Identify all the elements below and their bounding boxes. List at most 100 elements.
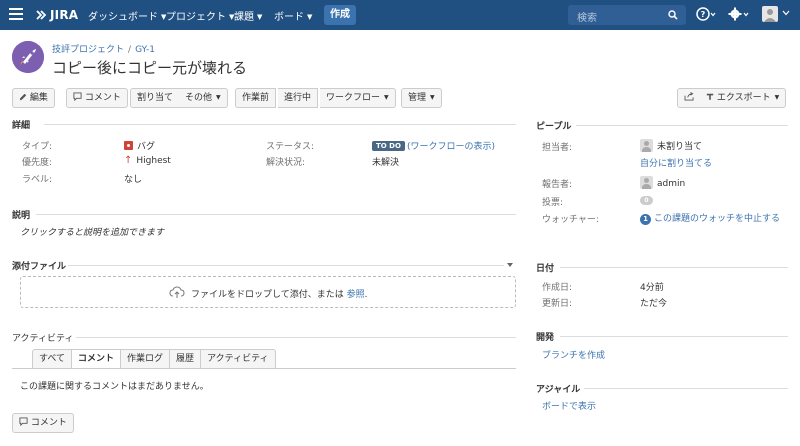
export-dropdown-label: エクスポート xyxy=(716,93,771,103)
priority-label: 優先度: xyxy=(22,158,53,168)
nav-projects[interactable]: プロジェクト ▼ xyxy=(166,8,234,23)
workflow-in-progress-button[interactable]: 進行中 xyxy=(278,88,319,108)
workflow-dropdown[interactable]: ワークフロー ▼ xyxy=(320,88,396,108)
description-placeholder[interactable]: クリックすると説明を追加できます xyxy=(20,225,164,238)
priority-value-text: Highest xyxy=(136,156,171,166)
user-avatar[interactable] xyxy=(762,6,778,22)
nav-issues[interactable]: 課題 ▼ xyxy=(234,8,262,23)
chevron-down-icon: ▼ xyxy=(216,94,221,101)
breadcrumb-project-link[interactable]: 技評プロジェクト xyxy=(52,45,124,55)
attachment-options-chevron-icon[interactable] xyxy=(507,263,513,267)
assignee-value[interactable]: 未割り当て xyxy=(640,139,702,152)
comment-icon xyxy=(19,417,28,427)
help-icon[interactable]: ? xyxy=(696,7,716,21)
no-comments-message: この課題に関するコメントはまだありません。 xyxy=(20,382,209,392)
nav-issues-label: 課題 xyxy=(234,12,254,23)
attachment-dropzone[interactable]: ファイルをドロップして添付、または 参照. xyxy=(20,276,516,308)
development-section-title[interactable]: 開発 xyxy=(536,330,554,343)
project-avatar[interactable] xyxy=(12,41,44,73)
assignee-value-text: 未割り当て xyxy=(657,142,703,152)
assignee-avatar-icon xyxy=(640,139,653,152)
details-section-title[interactable]: 詳細 xyxy=(12,118,30,131)
comment-button[interactable]: コメント xyxy=(66,88,128,108)
rocket-icon xyxy=(12,41,44,73)
comment-button-label: コメント xyxy=(84,93,121,103)
status-label: ステータス: xyxy=(266,142,315,152)
reporter-label: 報告者: xyxy=(542,180,573,190)
upload-cloud-icon xyxy=(169,286,185,298)
activity-section-title[interactable]: アクティビティ xyxy=(12,331,73,344)
chevron-down-icon[interactable] xyxy=(782,10,790,16)
assignee-label: 担当者: xyxy=(542,143,573,153)
nav-boards[interactable]: ボード ▼ xyxy=(274,8,312,23)
agile-section-title[interactable]: アジャイル xyxy=(536,382,580,395)
chevron-down-icon: ▼ xyxy=(307,13,313,21)
assign-to-me-link[interactable]: 自分に割り当てる xyxy=(640,156,712,169)
search-input[interactable]: 検索 xyxy=(568,5,686,25)
issue-summary-title[interactable]: コピー後にコピー元が壊れる xyxy=(52,57,247,78)
search-placeholder: 検索 xyxy=(577,13,597,24)
activity-tabs: すべて コメント 作業ログ 履歴 アクティビティ xyxy=(32,349,276,369)
people-section-title[interactable]: ピープル xyxy=(536,119,571,132)
edit-button-label: 編集 xyxy=(29,93,48,103)
user-silhouette-icon xyxy=(764,9,776,22)
tab-work-log[interactable]: 作業ログ xyxy=(121,349,171,369)
chevron-down-icon: ▼ xyxy=(774,94,780,101)
breadcrumb: 技評プロジェクト / GY-1 xyxy=(52,42,155,55)
votes-label: 投票: xyxy=(542,198,564,208)
create-branch-link[interactable]: ブランチを作成 xyxy=(542,348,605,361)
resolution-label: 解決状況: xyxy=(266,158,306,168)
create-button[interactable]: 作成 xyxy=(324,5,356,25)
view-workflow-link[interactable]: (ワークフローの表示) xyxy=(407,142,495,152)
nav-dashboards[interactable]: ダッシュボード ▼ xyxy=(88,8,166,23)
comment-icon xyxy=(73,92,82,102)
jira-logo[interactable]: JIRA xyxy=(34,6,78,24)
tab-activity[interactable]: アクティビティ xyxy=(201,349,276,369)
add-comment-button-label: コメント xyxy=(30,418,67,428)
description-section-title[interactable]: 説明 xyxy=(12,208,30,221)
more-dropdown[interactable]: その他 ▼ xyxy=(179,88,228,108)
share-button[interactable] xyxy=(677,88,701,108)
reporter-value[interactable]: admin xyxy=(640,176,685,189)
tab-comments[interactable]: コメント xyxy=(72,349,122,369)
app-switcher-icon[interactable] xyxy=(9,8,23,20)
agile-divider xyxy=(584,388,788,389)
tab-all[interactable]: すべて xyxy=(32,349,73,369)
created-value: 4分前 xyxy=(640,283,664,293)
votes-count-badge: 0 xyxy=(640,196,653,205)
people-divider xyxy=(576,125,788,126)
votes-value[interactable]: 0 xyxy=(640,195,653,205)
add-comment-button[interactable]: コメント xyxy=(12,413,74,433)
tabs-underline xyxy=(12,368,516,369)
export-dropdown[interactable]: エクスポート ▼ xyxy=(700,88,787,108)
edit-button[interactable]: 編集 xyxy=(12,88,55,108)
search-icon xyxy=(668,10,678,20)
admin-dropdown[interactable]: 管理 ▼ xyxy=(401,88,442,108)
watchers-label: ウォッチャー: xyxy=(542,215,599,225)
settings-gear-icon[interactable] xyxy=(728,7,750,21)
activity-divider xyxy=(76,337,516,338)
stop-watching-link[interactable]: この課題のウォッチを中止する xyxy=(654,214,780,224)
browse-link[interactable]: 参照 xyxy=(347,290,365,300)
type-label: タイプ: xyxy=(22,142,53,152)
admin-dropdown-label: 管理 xyxy=(408,93,427,103)
assign-button[interactable]: 割り当て xyxy=(130,88,181,108)
updated-label: 更新日: xyxy=(542,299,573,309)
workflow-to-do-button[interactable]: 作業前 xyxy=(235,88,277,108)
tab-history[interactable]: 履歴 xyxy=(170,349,202,369)
type-value[interactable]: バグ xyxy=(124,139,155,152)
chevron-down-icon: ▼ xyxy=(257,13,263,21)
workflow-dropdown-label: ワークフロー xyxy=(326,93,381,103)
breadcrumb-issue-key-link[interactable]: GY-1 xyxy=(135,45,155,55)
labels-value[interactable]: なし xyxy=(124,172,142,185)
export-icon xyxy=(706,93,714,101)
dates-section-title[interactable]: 日付 xyxy=(536,261,554,274)
priority-value[interactable]: ↑ Highest xyxy=(124,155,171,166)
attachments-section-title[interactable]: 添付ファイル xyxy=(12,259,66,272)
watchers-value[interactable]: 1 この課題のウォッチを中止する xyxy=(640,211,780,225)
view-on-board-link[interactable]: ボードで表示 xyxy=(542,399,596,412)
svg-text:?: ? xyxy=(701,10,706,19)
top-navigation-bar: JIRA ダッシュボード ▼ プロジェクト ▼ 課題 ▼ ボード ▼ 作成 検索 ? xyxy=(0,0,800,30)
nav-dashboards-label: ダッシュボード xyxy=(88,12,158,23)
dropzone-text: ファイルをドロップして添付、または 参照. xyxy=(191,287,368,300)
